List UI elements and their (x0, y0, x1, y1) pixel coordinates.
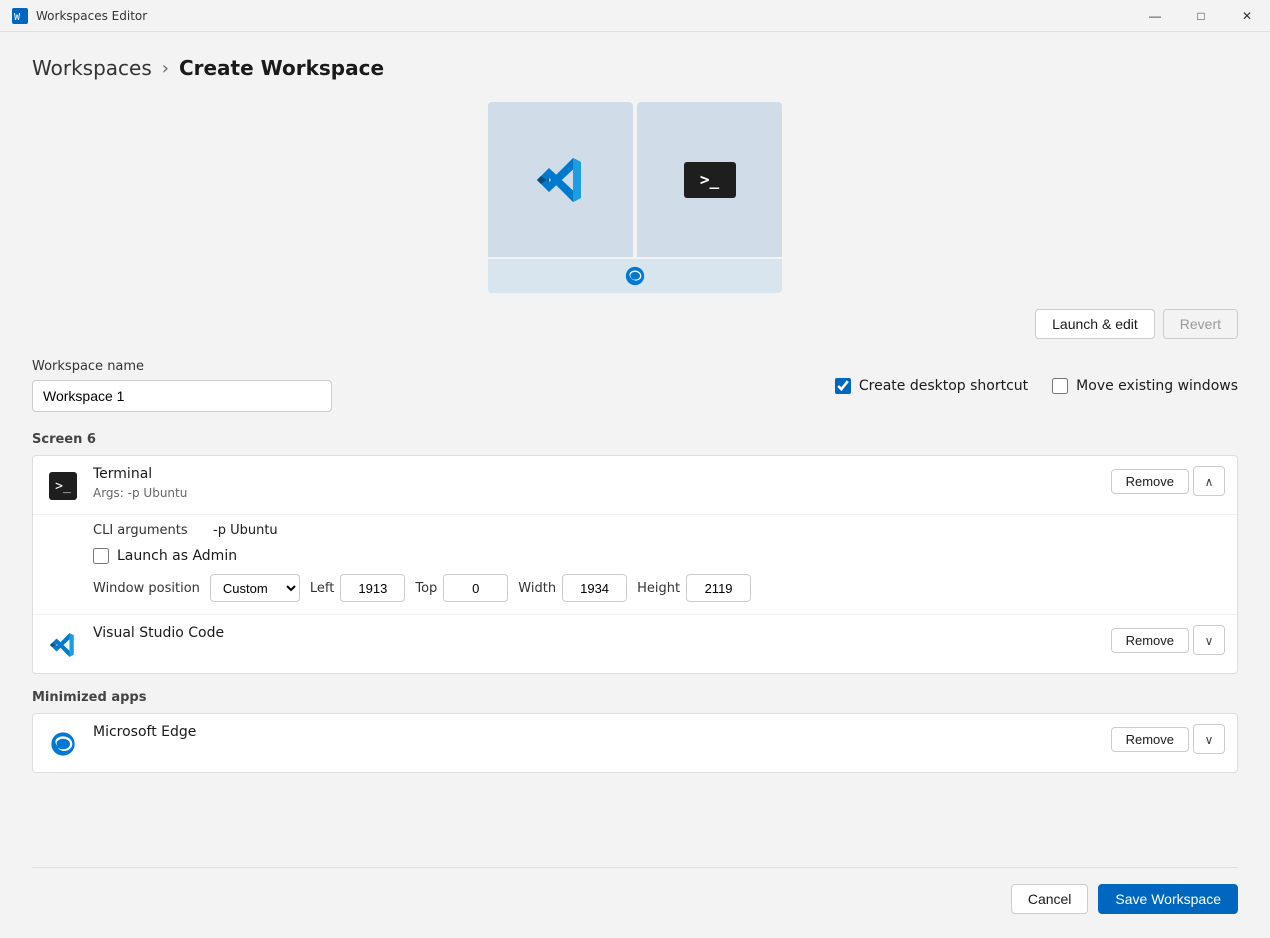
app-icon: W (12, 8, 28, 24)
terminal-app-name: Terminal (93, 466, 1111, 482)
edge-minimized-icon (624, 265, 646, 287)
height-label: Height (637, 581, 680, 596)
workspace-name-label: Workspace name (32, 359, 332, 374)
edge-app-controls: Remove (1111, 724, 1225, 754)
terminal-details: CLI arguments -p Ubuntu Launch as Admin … (33, 515, 1237, 615)
vscode-expand-button[interactable] (1193, 625, 1225, 655)
main-content: Workspaces › Create Workspace (0, 32, 1270, 938)
terminal-app-row: >_ Terminal Args: -p Ubuntu Remove (33, 456, 1237, 515)
vscode-app-item: Visual Studio Code Remove (33, 615, 1237, 673)
revert-button[interactable]: Revert (1163, 309, 1238, 339)
move-windows-row: Move existing windows (1052, 378, 1238, 394)
terminal-remove-button[interactable]: Remove (1111, 469, 1189, 494)
window-position-row: Window position Custom Default Left Top (93, 574, 1225, 602)
edge-app-info: Microsoft Edge (93, 724, 1111, 740)
preview-area: >_ (32, 100, 1238, 293)
move-windows-checkbox[interactable] (1052, 378, 1068, 394)
vscode-remove-button[interactable]: Remove (1111, 628, 1189, 653)
maximize-button[interactable]: □ (1178, 0, 1224, 32)
minimize-button[interactable]: — (1132, 0, 1178, 32)
breadcrumb-current: Create Workspace (179, 56, 384, 80)
screen-section-header: Screen 6 (32, 432, 1238, 447)
footer: Cancel Save Workspace (32, 867, 1238, 914)
minimized-apps-section: Minimized apps Microsoft Edge Remove (32, 690, 1238, 785)
minimized-section-header: Minimized apps (32, 690, 1238, 705)
vscode-chevron-down-icon (1205, 632, 1214, 648)
terminal-app-info: Terminal Args: -p Ubuntu (93, 466, 1111, 500)
terminal-icon: >_ (49, 472, 77, 500)
action-row: Launch & edit Revert (32, 309, 1238, 339)
edge-expand-button[interactable] (1193, 724, 1225, 754)
vscode-preview-icon (535, 154, 587, 206)
preview-windows: >_ (486, 100, 784, 259)
width-label: Width (518, 581, 556, 596)
preview-terminal-window: >_ (637, 102, 782, 257)
edge-app-name: Microsoft Edge (93, 724, 1111, 740)
terminal-app-args: Args: -p Ubuntu (93, 486, 1111, 500)
edge-app-item: Microsoft Edge Remove (33, 714, 1237, 772)
width-input[interactable] (562, 574, 627, 602)
launch-admin-row: Launch as Admin (93, 548, 1225, 564)
create-shortcut-label: Create desktop shortcut (859, 378, 1028, 394)
top-input[interactable] (443, 574, 508, 602)
workspace-name-row: Workspace name Create desktop shortcut M… (32, 359, 1238, 412)
breadcrumb-parent[interactable]: Workspaces (32, 56, 152, 80)
edge-icon-container (45, 726, 81, 762)
launch-edit-button[interactable]: Launch & edit (1035, 309, 1155, 339)
breadcrumb: Workspaces › Create Workspace (32, 56, 1238, 80)
screen-app-list: >_ Terminal Args: -p Ubuntu Remove CLI a… (32, 455, 1238, 674)
terminal-app-controls: Remove (1111, 466, 1225, 496)
create-shortcut-row: Create desktop shortcut (835, 378, 1028, 394)
window-position-label: Window position (93, 581, 200, 596)
edge-icon (49, 730, 77, 758)
launch-admin-label: Launch as Admin (117, 548, 237, 564)
cli-args-row: CLI arguments -p Ubuntu (93, 523, 1225, 538)
vscode-app-controls: Remove (1111, 625, 1225, 655)
terminal-chevron-up-icon (1205, 473, 1214, 489)
window-position-select[interactable]: Custom Default (210, 574, 300, 602)
edge-remove-button[interactable]: Remove (1111, 727, 1189, 752)
vscode-app-info: Visual Studio Code (93, 625, 1111, 641)
top-label: Top (415, 581, 437, 596)
cli-args-value: -p Ubuntu (213, 523, 278, 538)
left-input[interactable] (340, 574, 405, 602)
cli-args-label: CLI arguments (93, 523, 203, 538)
edge-chevron-down-icon (1205, 731, 1214, 747)
preview-minimized-bar (488, 259, 782, 293)
height-field-group: Height (637, 574, 751, 602)
close-button[interactable]: ✕ (1224, 0, 1270, 32)
preview-container: >_ (486, 100, 784, 293)
create-shortcut-checkbox[interactable] (835, 378, 851, 394)
window-title: Workspaces Editor (36, 9, 147, 23)
vscode-icon-container (45, 627, 81, 663)
terminal-expand-button[interactable] (1193, 466, 1225, 496)
preview-vscode-window (488, 102, 633, 257)
left-field-group: Left (310, 574, 405, 602)
left-label: Left (310, 581, 334, 596)
terminal-icon-container: >_ (45, 468, 81, 504)
minimized-app-list: Microsoft Edge Remove (32, 713, 1238, 773)
launch-admin-checkbox[interactable] (93, 548, 109, 564)
terminal-preview-icon: >_ (684, 162, 736, 198)
vscode-app-name: Visual Studio Code (93, 625, 1111, 641)
save-workspace-button[interactable]: Save Workspace (1098, 884, 1238, 914)
workspace-name-input[interactable] (32, 380, 332, 412)
window-controls: — □ ✕ (1132, 0, 1270, 32)
terminal-app-item: >_ Terminal Args: -p Ubuntu Remove CLI a… (33, 456, 1237, 615)
title-bar-left: W Workspaces Editor (12, 8, 147, 24)
workspace-name-left: Workspace name (32, 359, 332, 412)
svg-text:W: W (14, 12, 21, 23)
vscode-icon (49, 631, 77, 659)
workspace-options: Create desktop shortcut Move existing wi… (835, 378, 1238, 394)
title-bar: W Workspaces Editor — □ ✕ (0, 0, 1270, 32)
top-field-group: Top (415, 574, 508, 602)
breadcrumb-separator: › (162, 58, 169, 79)
move-windows-label: Move existing windows (1076, 378, 1238, 394)
cancel-button[interactable]: Cancel (1011, 884, 1089, 914)
height-input[interactable] (686, 574, 751, 602)
width-field-group: Width (518, 574, 627, 602)
